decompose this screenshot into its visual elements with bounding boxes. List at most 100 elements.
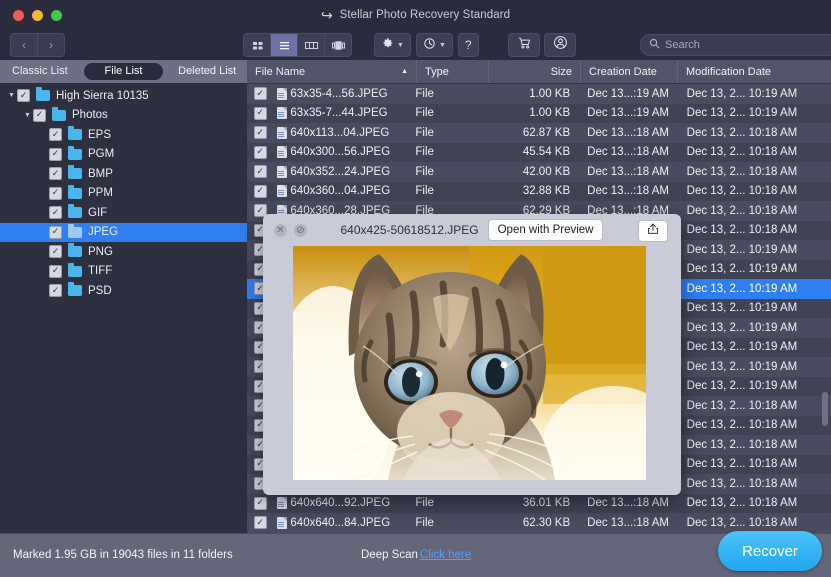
tab-file-list[interactable]: File List [83,63,164,80]
row-checkbox[interactable]: ✓ [253,145,267,159]
table-row[interactable]: ✓ 640x640...84.JPEG File 62.30 KB Dec 13...:… [247,513,831,533]
creation-date-cell: Dec 13...:18 AM [587,497,669,510]
modification-date-cell: Dec 13, 2... 10:19 AM [686,282,798,295]
column-view-button[interactable] [297,33,324,57]
table-row[interactable]: ✓ 640x300...56.JPEG File 45.54 KB Dec 13...:… [247,142,831,162]
coverflow-view-button[interactable] [324,33,352,57]
folder-icon [36,87,50,102]
row-checkbox-cell[interactable]: ✓ [247,145,273,159]
file-icon-cell [273,497,290,510]
row-checkbox[interactable]: ✓ [253,516,267,530]
row-checkbox[interactable]: ✓ [253,184,267,198]
sidebar-item-label: PGM [88,148,115,161]
table-row[interactable]: ✓ 640x352...24.JPEG File 42.00 KB Dec 13...:… [247,162,831,182]
sidebar-item-gif[interactable]: ✓ GIF [0,203,247,223]
modification-date-cell: Dec 13, 2... 10:18 AM [686,438,798,451]
help-button[interactable]: ? [457,33,479,57]
open-with-preview-button[interactable]: Open with Preview [487,219,604,241]
file-list-vertical-scrollbar[interactable] [822,392,828,426]
check-icon: ✓ [51,265,60,276]
row-checkbox-cell[interactable]: ✓ [247,87,273,101]
account-button[interactable] [544,33,576,57]
modification-date-cell: Dec 13, 2... 10:19 AM [686,87,798,100]
sidebar-item-pgm[interactable]: ✓ PGM [0,145,247,165]
icon-view-button[interactable] [243,33,270,57]
sidebar-item-checkbox[interactable]: ✓ [17,89,30,103]
column-header-file-name[interactable]: File Name ▲ [247,60,417,83]
table-row[interactable]: ✓ 63x35-7...44.JPEG File 1.00 KB Dec 13...:1… [247,103,831,123]
search-box[interactable]: Search [640,34,831,56]
row-checkbox[interactable]: ✓ [253,165,267,179]
row-checkbox[interactable]: ✓ [253,126,267,140]
sidebar-item-eps[interactable]: ✓ EPS [0,125,247,145]
back-button[interactable]: ‹ [10,33,37,57]
table-row[interactable]: ✓ 640x640...92.JPEG File 36.01 KB Dec 13...:… [247,493,831,513]
sidebar-item-tiff[interactable]: ✓ TIFF [0,262,247,282]
file-type-cell: File [415,87,434,100]
sidebar-item-photos[interactable]: ▼ ✓ Photos [0,106,247,126]
tab-deleted-list[interactable]: Deleted List [167,63,247,80]
check-icon: ✓ [256,516,264,527]
document-lines-icon [278,151,285,153]
row-checkbox-cell[interactable]: ✓ [247,106,273,120]
file-size-cell: 45.54 KB [522,146,571,159]
row-checkbox[interactable]: ✓ [253,106,267,120]
check-icon: ✓ [256,107,264,118]
table-row[interactable]: ✓ 640x113...04.JPEG File 62.87 KB Dec 13...:… [247,123,831,143]
row-checkbox-cell[interactable]: ✓ [247,126,273,140]
share-button[interactable] [638,220,668,242]
sidebar-item-high-sierra-10135[interactable]: ▼ ✓ High Sierra 10135 [0,86,247,106]
document-icon [276,107,287,120]
document-icon [276,516,287,529]
back-arrow-icon[interactable]: ↩ [321,7,333,23]
sidebar-item-checkbox[interactable]: ✓ [49,128,62,142]
sidebar-item-label: TIFF [88,265,113,278]
sidebar-item-checkbox[interactable]: ✓ [49,167,62,181]
sidebar-item-checkbox[interactable]: ✓ [49,264,62,278]
deep-scan-link[interactable]: Click here [420,549,471,561]
row-checkbox-cell[interactable]: ✓ [247,496,273,510]
sidebar-item-label: High Sierra 10135 [56,89,149,102]
table-row[interactable]: ✓ 640x360...04.JPEG File 32.88 KB Dec 13...:… [247,181,831,201]
row-checkbox[interactable]: ✓ [253,496,267,510]
row-checkbox-cell[interactable]: ✓ [247,516,273,530]
column-header-creation-date[interactable]: Creation Date [581,60,678,83]
disclosure-triangle-icon[interactable]: ▼ [22,112,33,119]
modification-date-cell: Dec 13, 2... 10:18 AM [686,185,798,198]
forward-button[interactable]: › [37,33,65,57]
sidebar-item-checkbox[interactable]: ✓ [49,284,62,298]
sidebar-item-label: PNG [88,245,113,258]
sidebar-item-checkbox[interactable]: ✓ [33,108,46,122]
sidebar-item-jpeg[interactable]: ✓ JPEG [0,222,247,242]
tab-classic-list[interactable]: Classic List [0,63,80,80]
sidebar-item-checkbox[interactable]: ✓ [49,225,62,239]
history-button[interactable]: ▼ [415,33,453,57]
recover-button[interactable]: Recover [718,531,822,571]
app-window: ↩ Stellar Photo Recovery Standard ‹ › ▼ … [0,0,831,577]
sidebar-item-psd[interactable]: ✓ PSD [0,281,247,301]
row-checkbox[interactable]: ✓ [253,87,267,101]
creation-date-cell: Dec 13...:18 AM [587,516,669,529]
check-icon: ✓ [51,187,60,198]
sidebar-item-checkbox[interactable]: ✓ [49,147,62,161]
sidebar-item-png[interactable]: ✓ PNG [0,242,247,262]
row-checkbox-cell[interactable]: ✓ [247,184,273,198]
column-header-size[interactable]: Size [489,60,581,83]
file-size-cell: 36.01 KB [522,497,571,510]
sidebar-item-checkbox[interactable]: ✓ [49,206,62,220]
row-checkbox-cell[interactable]: ✓ [247,165,273,179]
column-header-modification-date[interactable]: Modification Date [678,60,831,83]
table-row[interactable]: ✓ 63x35-4...56.JPEG File 1.00 KB Dec 13...:1… [247,84,831,104]
column-header-type[interactable]: Type [417,60,489,83]
sidebar-item-checkbox[interactable]: ✓ [49,245,62,259]
sidebar: ▼ ✓ High Sierra 10135 ▼ ✓ Photos ✓ EPS ✓ PGM ✓ BMP ✓… [0,83,248,533]
sidebar-item-checkbox[interactable]: ✓ [49,186,62,200]
shopping-cart-button[interactable] [508,33,540,57]
search-input[interactable]: Search [665,39,700,51]
sidebar-item-ppm[interactable]: ✓ PPM [0,184,247,204]
settings-button[interactable]: ▼ [374,33,411,57]
sidebar-item-bmp[interactable]: ✓ BMP [0,164,247,184]
preview-title-bar: ✕ ⊘ 640x425-50618512.JPEG Open with Prev… [263,214,681,246]
list-view-button[interactable] [270,33,297,57]
disclosure-triangle-icon[interactable]: ▼ [6,92,17,99]
